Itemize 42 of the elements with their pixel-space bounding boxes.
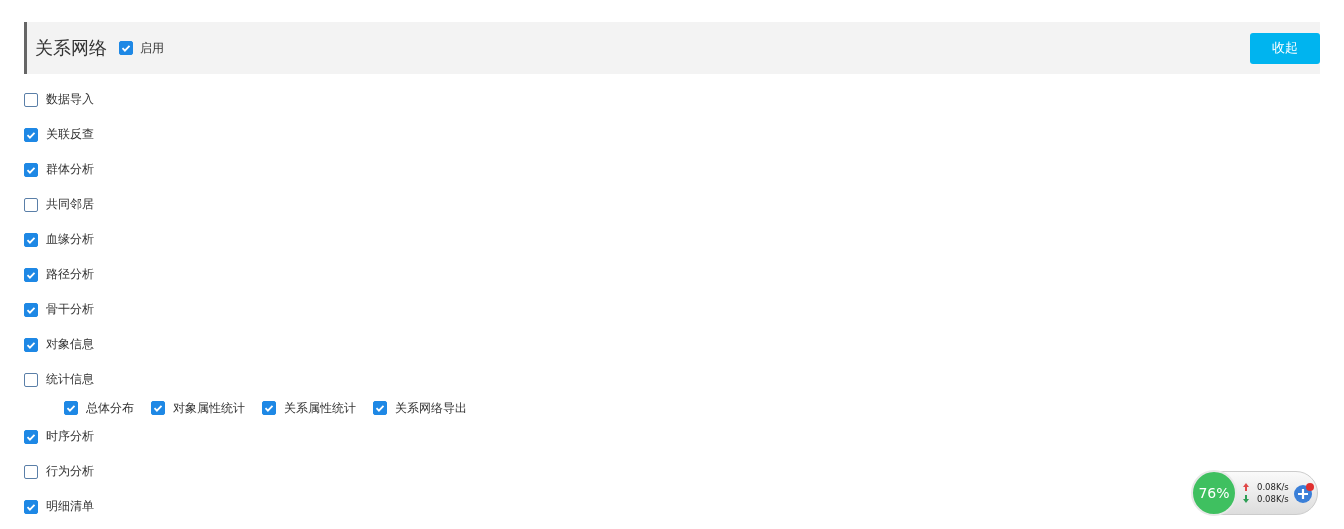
section-title: 关系网络 <box>35 36 107 60</box>
upload-arrow-icon <box>1243 483 1249 491</box>
checkbox-label: 启用 <box>140 39 164 57</box>
checkbox[interactable] <box>262 401 276 415</box>
checkbox-label: 关系属性统计 <box>284 399 356 417</box>
upload-speed: 0.08K/s <box>1257 482 1289 492</box>
checkbox[interactable] <box>24 337 38 352</box>
checkbox-label: 骨干分析 <box>46 301 94 318</box>
checkbox-label: 数据导入 <box>46 91 94 108</box>
checkbox[interactable] <box>373 401 387 415</box>
checkbox-label: 时序分析 <box>46 428 94 445</box>
plus-icon[interactable] <box>1292 482 1315 504</box>
checkbox[interactable] <box>24 429 38 444</box>
checkbox[interactable] <box>24 127 38 142</box>
checkbox-label: 总体分布 <box>86 399 134 417</box>
checkbox[interactable] <box>24 464 38 479</box>
checkbox-label: 群体分析 <box>46 161 94 178</box>
checkbox-label: 明细清单 <box>46 498 94 515</box>
checkbox[interactable] <box>24 267 38 282</box>
checkbox-label: 对象属性统计 <box>173 399 245 417</box>
checkbox-label: 共同邻居 <box>46 196 94 213</box>
checkbox-label: 血缘分析 <box>46 231 94 248</box>
checkbox[interactable] <box>24 92 38 107</box>
checkbox[interactable] <box>24 302 38 317</box>
checkbox[interactable] <box>24 162 38 177</box>
checkbox-label: 路径分析 <box>46 266 94 283</box>
checkbox-label: 对象信息 <box>46 336 94 353</box>
checkbox[interactable] <box>24 499 38 514</box>
checkbox-label: 统计信息 <box>46 371 94 388</box>
checkbox-label: 关系网络导出 <box>395 399 467 417</box>
checkbox[interactable] <box>64 401 78 415</box>
checkbox[interactable] <box>24 232 38 247</box>
checkbox[interactable] <box>151 401 165 415</box>
download-arrow-icon <box>1243 495 1249 503</box>
memory-gauge: 76% <box>1191 470 1237 516</box>
download-speed: 0.08K/s <box>1257 494 1289 504</box>
checkbox-label: 行为分析 <box>46 463 94 480</box>
speed-meter-widget[interactable]: 76% 0.08K/s 0.08K/s <box>1192 471 1318 515</box>
checkbox[interactable] <box>119 41 133 55</box>
checkbox[interactable] <box>24 372 38 387</box>
checkbox-label: 关联反查 <box>46 126 94 143</box>
checkbox[interactable] <box>24 197 38 212</box>
